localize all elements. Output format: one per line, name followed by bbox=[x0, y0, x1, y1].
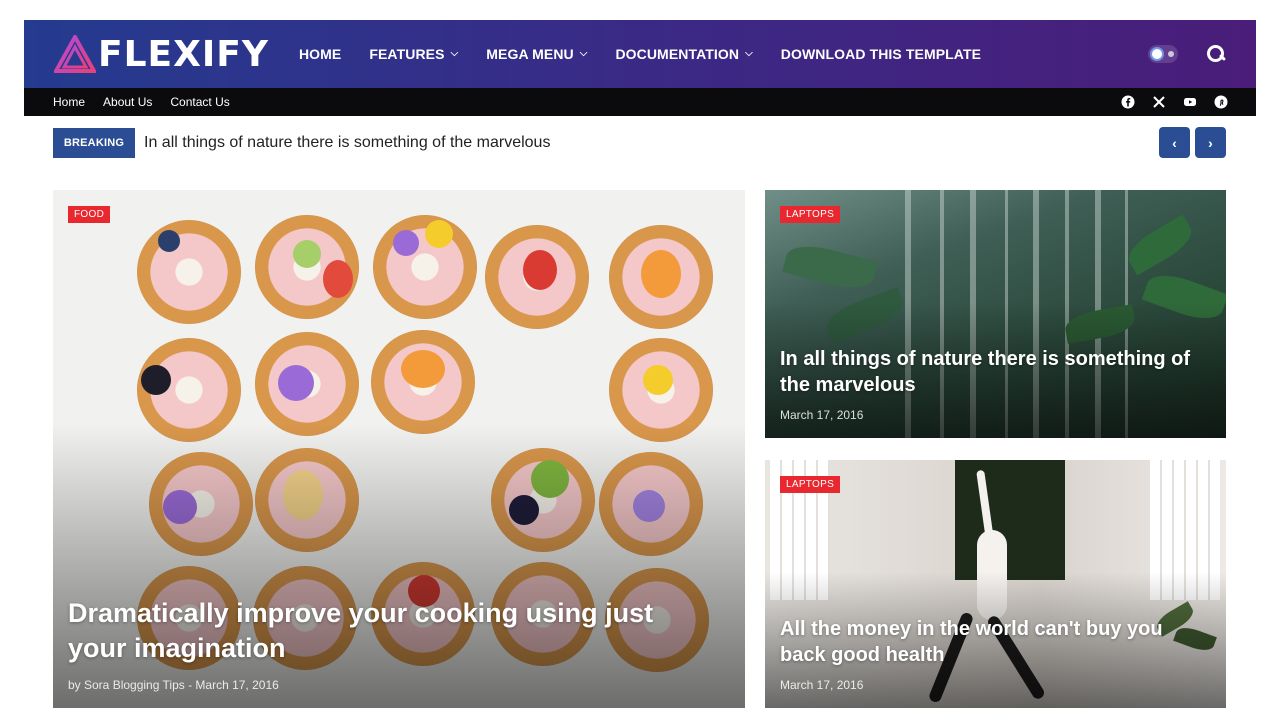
top-links: Home About Us Contact Us bbox=[53, 95, 248, 109]
post-meta: by Sora Blogging Tips - March 17, 2016 bbox=[68, 678, 279, 692]
search-icon[interactable] bbox=[1206, 44, 1226, 64]
site-logo[interactable]: FLEXIFY bbox=[54, 34, 269, 75]
post-title[interactable]: In all things of nature there is somethi… bbox=[780, 346, 1200, 398]
site-wrapper: FLEXIFY HOME FEATURES ⌵ MEGA MENU ⌵ DOCU… bbox=[24, 20, 1256, 708]
post-title[interactable]: Dramatically improve your cooking using … bbox=[68, 596, 718, 666]
social-links bbox=[1104, 88, 1228, 116]
pinterest-icon[interactable] bbox=[1214, 95, 1228, 109]
top-link-about[interactable]: About Us bbox=[103, 95, 152, 109]
nav-documentation[interactable]: DOCUMENTATION ⌵ bbox=[615, 46, 752, 62]
moon-icon bbox=[1168, 51, 1174, 57]
breaking-news-bar: BREAKING In all things of nature there i… bbox=[24, 116, 1256, 170]
chevron-down-icon: ⌵ bbox=[450, 47, 459, 59]
featured-post-side-top[interactable]: LAPTOPS In all things of nature there is… bbox=[765, 190, 1226, 438]
chevron-down-icon: ⌵ bbox=[579, 47, 588, 59]
nav-features-label: FEATURES bbox=[369, 46, 445, 62]
chevron-down-icon: ⌵ bbox=[745, 47, 753, 59]
logo-text: FLEXIFY bbox=[98, 33, 269, 75]
logo-icon bbox=[54, 35, 96, 73]
category-tag[interactable]: LAPTOPS bbox=[780, 476, 841, 493]
nav-documentation-label: DOCUMENTATION bbox=[615, 46, 740, 62]
prev-arrow-button[interactable]: ‹ bbox=[1159, 127, 1190, 158]
nav-download-template[interactable]: DOWNLOAD THIS TEMPLATE bbox=[781, 46, 981, 62]
nav-mega-menu-label: MEGA MENU bbox=[486, 46, 574, 62]
nav-download-template-label: DOWNLOAD THIS TEMPLATE bbox=[780, 46, 982, 62]
post-date: March 17, 2016 bbox=[780, 408, 864, 422]
category-tag[interactable]: LAPTOPS bbox=[780, 206, 841, 223]
youtube-icon[interactable] bbox=[1183, 95, 1197, 109]
top-bar: Home About Us Contact Us bbox=[24, 88, 1256, 116]
sun-icon bbox=[1152, 49, 1162, 59]
nav-home-label: HOME bbox=[298, 46, 342, 62]
x-icon[interactable] bbox=[1152, 95, 1166, 109]
next-arrow-button[interactable]: › bbox=[1195, 127, 1226, 158]
featured-post-side-bottom[interactable]: LAPTOPS All the money in the world can't… bbox=[765, 460, 1226, 708]
post-title[interactable]: All the money in the world can't buy you… bbox=[780, 616, 1200, 668]
breaking-label: BREAKING bbox=[53, 128, 135, 158]
main-header: FLEXIFY HOME FEATURES ⌵ MEGA MENU ⌵ DOCU… bbox=[24, 20, 1256, 88]
main-nav: HOME FEATURES ⌵ MEGA MENU ⌵ DOCUMENTATIO… bbox=[299, 46, 1009, 62]
nav-features[interactable]: FEATURES ⌵ bbox=[369, 46, 458, 62]
nav-home[interactable]: HOME bbox=[299, 46, 341, 62]
theme-toggle-icon[interactable] bbox=[1148, 45, 1178, 63]
breaking-headline[interactable]: In all things of nature there is somethi… bbox=[144, 134, 550, 152]
nav-mega-menu[interactable]: MEGA MENU ⌵ bbox=[486, 46, 587, 62]
category-tag[interactable]: FOOD bbox=[68, 206, 111, 223]
featured-post-main[interactable]: FOOD Dramatically improve your cooking u… bbox=[53, 190, 745, 708]
post-date: March 17, 2016 bbox=[780, 678, 864, 692]
top-link-home[interactable]: Home bbox=[53, 95, 85, 109]
facebook-icon[interactable] bbox=[1121, 95, 1135, 109]
top-link-contact[interactable]: Contact Us bbox=[170, 95, 229, 109]
header-actions bbox=[1148, 20, 1226, 88]
breaking-nav: ‹ › bbox=[1154, 127, 1226, 158]
